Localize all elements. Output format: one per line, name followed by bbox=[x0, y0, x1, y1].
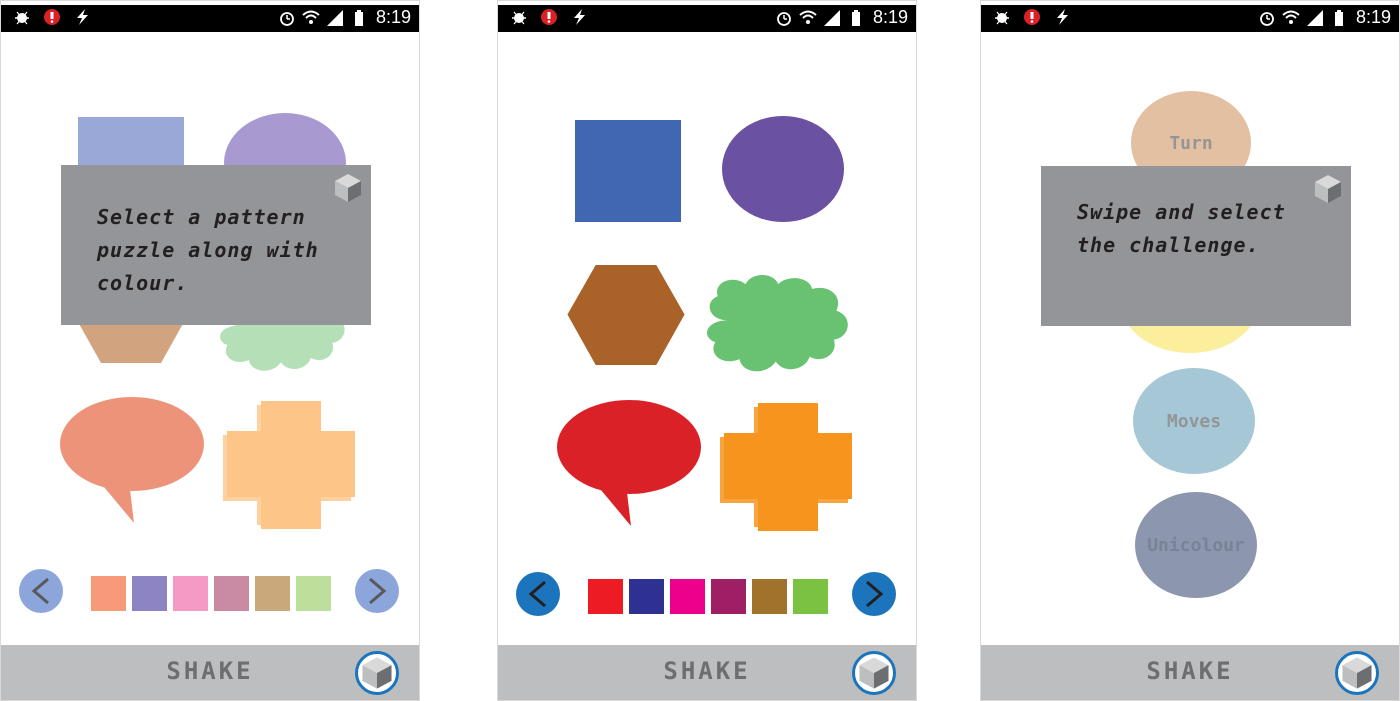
colour-swatch[interactable] bbox=[752, 579, 787, 614]
signal-icon bbox=[823, 9, 840, 26]
hexagon-shape[interactable] bbox=[565, 262, 687, 368]
tutorial-overlay[interactable]: Swipe and select the challenge. bbox=[1041, 166, 1351, 326]
phone-screen-pattern: 8:19 SHAKE bbox=[497, 0, 917, 701]
previous-button[interactable] bbox=[516, 572, 560, 616]
challenge-label: Unicolour bbox=[1147, 534, 1245, 556]
battery-icon bbox=[851, 9, 860, 26]
colour-swatches bbox=[588, 579, 828, 614]
colour-swatch[interactable] bbox=[214, 576, 249, 611]
status-bar: 8:19 bbox=[498, 5, 916, 32]
colour-swatches bbox=[91, 576, 331, 611]
speech-bubble-shape[interactable] bbox=[556, 399, 702, 527]
status-time: 8:19 bbox=[375, 7, 411, 27]
square-shape[interactable] bbox=[575, 120, 681, 222]
chevron-left-icon bbox=[528, 580, 546, 608]
bottom-bar: SHAKE bbox=[981, 645, 1399, 700]
alarm-icon bbox=[1260, 11, 1274, 26]
status-bar: 8:19 bbox=[1, 5, 419, 32]
colour-swatch[interactable] bbox=[132, 576, 167, 611]
previous-button[interactable] bbox=[19, 569, 63, 613]
record-icon bbox=[1024, 9, 1040, 25]
cloud-shape[interactable] bbox=[701, 272, 853, 376]
phone-screen-pattern-dimmed: 8:19 Select a pattern puzzle along with … bbox=[0, 0, 420, 701]
wifi-icon bbox=[799, 10, 817, 24]
cube-button[interactable] bbox=[1335, 651, 1379, 695]
challenge-moves[interactable]: Moves bbox=[1133, 368, 1255, 474]
record-icon bbox=[44, 9, 60, 25]
signal-icon bbox=[1306, 9, 1323, 26]
challenge-label: Moves bbox=[1166, 410, 1222, 432]
bottom-bar: SHAKE bbox=[498, 645, 916, 700]
bug-icon bbox=[15, 11, 29, 25]
challenge-unicolour[interactable]: Unicolour bbox=[1135, 492, 1257, 598]
cube-button[interactable] bbox=[852, 651, 896, 695]
cube-button[interactable] bbox=[355, 651, 399, 695]
colour-swatch[interactable] bbox=[711, 579, 746, 614]
cube-icon bbox=[859, 657, 889, 689]
wifi-icon bbox=[1282, 10, 1300, 24]
tutorial-overlay[interactable]: Select a pattern puzzle along with colou… bbox=[61, 165, 371, 325]
battery-icon bbox=[354, 9, 363, 26]
status-time: 8:19 bbox=[1355, 7, 1391, 27]
colour-swatch[interactable] bbox=[173, 576, 208, 611]
ellipse-shape[interactable] bbox=[722, 116, 844, 222]
bottom-bar: SHAKE bbox=[1, 645, 419, 700]
battery-icon bbox=[1334, 9, 1343, 26]
chevron-left-icon bbox=[31, 577, 49, 605]
colour-swatch[interactable] bbox=[296, 576, 331, 611]
cube-icon bbox=[335, 174, 361, 202]
bug-icon bbox=[995, 11, 1009, 25]
colour-swatch[interactable] bbox=[588, 579, 623, 614]
cube-icon bbox=[1342, 657, 1372, 689]
cross-shape[interactable] bbox=[223, 397, 359, 532]
colour-swatch[interactable] bbox=[91, 576, 126, 611]
alarm-icon bbox=[777, 11, 791, 26]
cube-icon bbox=[362, 657, 392, 689]
lightning-icon bbox=[574, 9, 585, 25]
status-bar: 8:19 bbox=[981, 5, 1399, 32]
challenge-label: Turn bbox=[1169, 132, 1213, 154]
record-icon bbox=[541, 9, 557, 25]
lightning-icon bbox=[1057, 9, 1068, 25]
status-time: 8:19 bbox=[872, 7, 908, 27]
cross-shape[interactable] bbox=[720, 399, 856, 534]
alarm-icon bbox=[280, 11, 294, 26]
cube-icon bbox=[1315, 175, 1341, 203]
lightning-icon bbox=[77, 9, 88, 25]
next-button[interactable] bbox=[852, 572, 896, 616]
chevron-right-icon bbox=[369, 577, 387, 605]
signal-icon bbox=[326, 9, 343, 26]
speech-bubble-shape[interactable] bbox=[59, 396, 205, 524]
colour-swatch[interactable] bbox=[255, 576, 290, 611]
bug-icon bbox=[512, 11, 526, 25]
colour-swatch[interactable] bbox=[629, 579, 664, 614]
chevron-right-icon bbox=[866, 580, 884, 608]
colour-swatch[interactable] bbox=[670, 579, 705, 614]
colour-swatch[interactable] bbox=[793, 579, 828, 614]
tutorial-text: Select a pattern puzzle along with colou… bbox=[97, 205, 319, 295]
next-button[interactable] bbox=[355, 569, 399, 613]
tutorial-text: Swipe and select the challenge. bbox=[1077, 200, 1286, 257]
wifi-icon bbox=[302, 10, 320, 24]
phone-screen-challenge: 8:19 Turn Moves Unicolour Swipe and sele… bbox=[980, 0, 1400, 701]
